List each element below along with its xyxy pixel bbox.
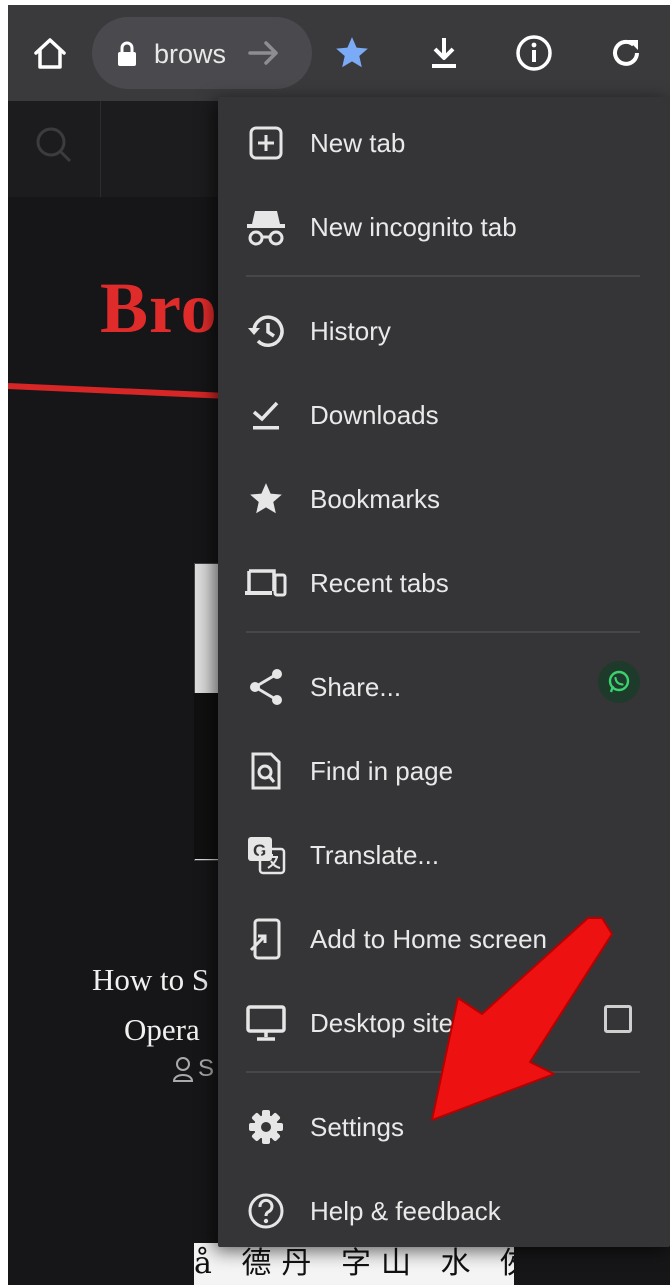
browser-window: brows Bro How to S Opera S å 德丹 字山 水 俠 N…: [8, 5, 670, 1285]
menu-item-recent-tabs[interactable]: Recent tabs: [218, 541, 670, 625]
author-name: S: [198, 1055, 215, 1082]
forward-arrow-icon[interactable]: [244, 33, 284, 73]
menu-item-label: New incognito tab: [310, 211, 517, 242]
new-tab-icon: [244, 123, 288, 163]
menu-item-new-tab[interactable]: New tab: [218, 101, 670, 185]
menu-item-label: Help & feedback: [310, 1195, 501, 1226]
devices-icon: [244, 563, 288, 603]
url-text: brows: [154, 39, 227, 69]
bookmark-star-icon[interactable]: [332, 33, 372, 73]
browser-toolbar: brows: [8, 5, 670, 101]
incognito-icon: [244, 207, 288, 247]
share-icon: [244, 667, 288, 707]
download-icon[interactable]: [424, 33, 464, 73]
menu-item-find-in-page[interactable]: Find in page: [218, 729, 670, 813]
menu-item-add-to-home-screen[interactable]: Add to Home screen: [218, 897, 670, 981]
article-author: S: [172, 1055, 214, 1083]
menu-item-label: Desktop site: [310, 1007, 454, 1038]
menu-item-label: Add to Home screen: [310, 923, 548, 954]
menu-item-label: History: [310, 315, 391, 346]
gear-icon: [244, 1107, 288, 1147]
menu-item-label: Translate...: [310, 839, 440, 870]
menu-divider: [246, 275, 640, 277]
history-icon: [244, 311, 288, 351]
menu-item-label: Settings: [310, 1111, 404, 1142]
user-icon: [172, 1057, 194, 1082]
article-title-line1: How to S: [92, 962, 210, 997]
overflow-menu: New tab New incognito tab History Downlo…: [218, 97, 670, 1247]
menu-item-settings[interactable]: Settings: [218, 1085, 670, 1169]
menu-item-new-incognito-tab[interactable]: New incognito tab: [218, 185, 670, 269]
site-logo-text: Bro: [100, 268, 218, 348]
home-icon[interactable]: [30, 33, 70, 73]
whatsapp-icon[interactable]: [598, 661, 640, 703]
menu-item-label: New tab: [310, 127, 406, 158]
add-to-home-icon: [244, 918, 288, 960]
menu-divider: [246, 1071, 640, 1073]
menu-item-label: Recent tabs: [310, 567, 449, 598]
desktop-site-checkbox[interactable]: [604, 1005, 632, 1033]
lock-icon: [116, 41, 138, 72]
menu-item-label: Find in page: [310, 755, 454, 786]
info-icon[interactable]: [514, 33, 554, 73]
menu-item-downloads[interactable]: Downloads: [218, 373, 670, 457]
menu-item-share[interactable]: Share...: [218, 645, 670, 729]
menu-item-bookmarks[interactable]: Bookmarks: [218, 457, 670, 541]
menu-item-history[interactable]: History: [218, 289, 670, 373]
menu-item-desktop-site[interactable]: Desktop site: [218, 981, 670, 1065]
menu-item-help-feedback[interactable]: Help & feedback: [218, 1169, 670, 1253]
downloads-check-icon: [244, 395, 288, 435]
menu-item-label: Bookmarks: [310, 483, 441, 514]
help-icon: [244, 1191, 288, 1231]
find-in-page-icon: [244, 751, 288, 791]
divider: [100, 101, 101, 197]
search-icon[interactable]: [32, 123, 76, 172]
menu-item-translate[interactable]: G Translate...: [218, 813, 670, 897]
menu-divider: [246, 631, 640, 633]
translate-icon: G: [244, 835, 288, 875]
star-icon: [244, 479, 288, 519]
desktop-icon: [244, 1003, 288, 1043]
reload-icon[interactable]: [606, 33, 646, 73]
menu-item-label: Downloads: [310, 399, 439, 430]
menu-item-label: Share...: [310, 671, 402, 702]
